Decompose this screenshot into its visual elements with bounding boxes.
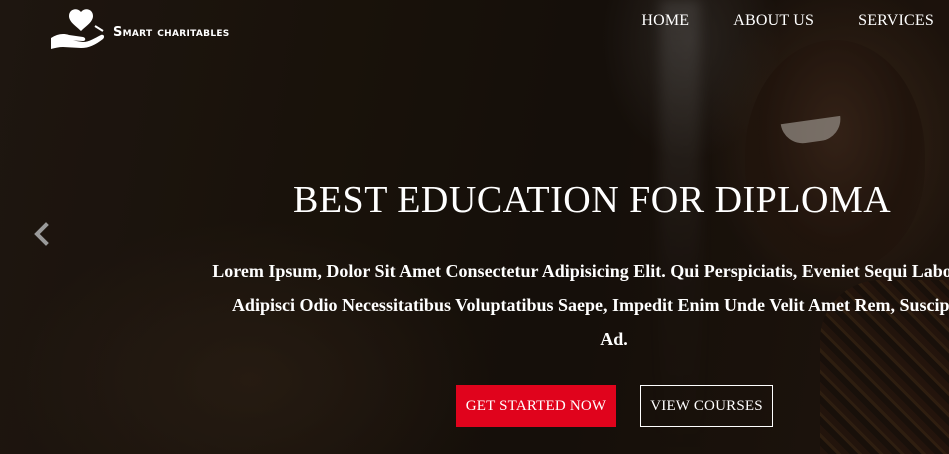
brand-name: Smart charitables xyxy=(113,24,230,40)
nav-about-us[interactable]: ABOUT US xyxy=(733,12,814,30)
hero-description-line-3: Ad. xyxy=(600,329,628,349)
nav-services[interactable]: SERVICES xyxy=(858,12,934,30)
nav-home[interactable]: HOME xyxy=(641,12,689,30)
get-started-button[interactable]: GET STARTED NOW xyxy=(456,385,616,427)
main-nav: HOME ABOUT US SERVICES xyxy=(641,12,934,30)
hero-description-line-2: Adipisci Odio Necessitatibus Voluptatibu… xyxy=(231,295,949,315)
hero-slider: Smart charitables HOME ABOUT US SERVICES… xyxy=(0,0,949,454)
hero-title: BEST EDUCATION FOR DIPLOMA xyxy=(293,179,892,221)
chevron-left-icon[interactable] xyxy=(30,221,52,247)
hero-description: Lorem Ipsum, Dolor Sit Amet Consectetur … xyxy=(0,254,949,356)
heart-in-hand-icon xyxy=(51,9,105,49)
view-courses-button[interactable]: VIEW COURSES xyxy=(640,385,773,427)
hero-description-line-1: Lorem Ipsum, Dolor Sit Amet Consectetur … xyxy=(212,261,949,281)
brand-logo[interactable]: Smart charitables xyxy=(49,8,230,50)
